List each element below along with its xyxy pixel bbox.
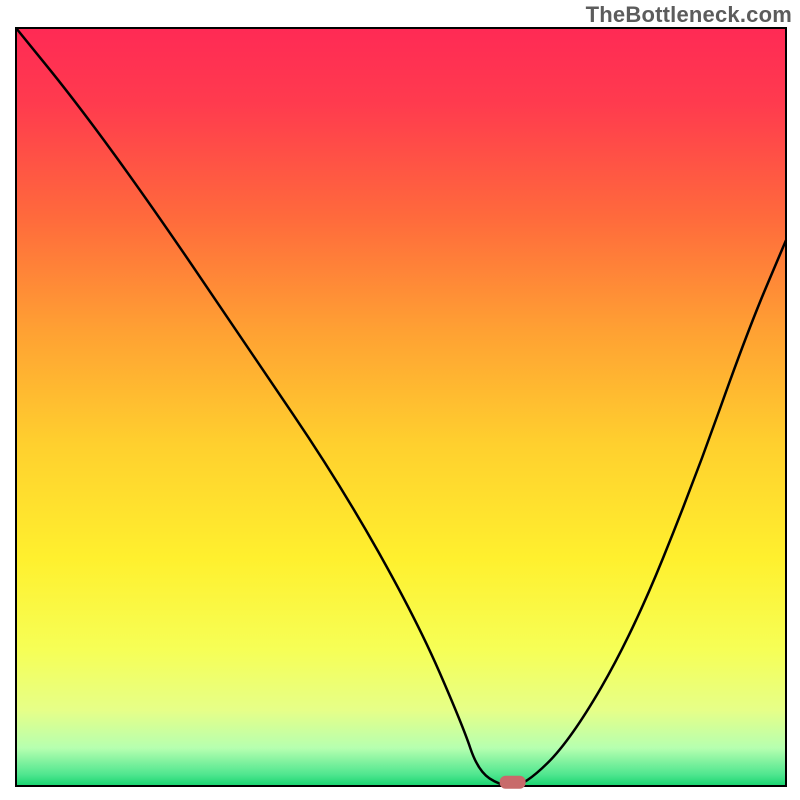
plot-background bbox=[16, 28, 786, 786]
bottleneck-chart bbox=[0, 0, 800, 800]
chart-container: TheBottleneck.com bbox=[0, 0, 800, 800]
watermark-text: TheBottleneck.com bbox=[586, 2, 792, 28]
optimal-marker bbox=[500, 776, 526, 789]
